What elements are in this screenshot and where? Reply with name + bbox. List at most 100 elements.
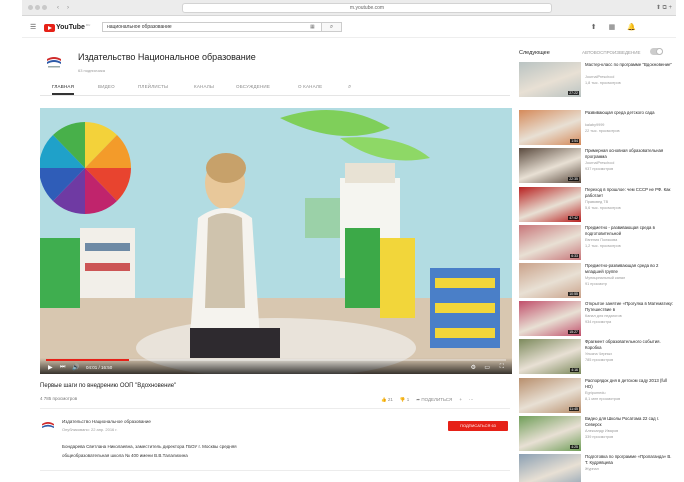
related-video-title[interactable]: Фрагмент образовательного события. Короб… xyxy=(585,339,675,351)
view-count: 4 785 просмотров xyxy=(40,396,78,401)
header-action-icons[interactable]: ⬆▦🔔 xyxy=(591,23,648,31)
related-video-item[interactable]: 27:22 Мастер-класс по программе "Вдохнове… xyxy=(519,62,677,102)
add-icon[interactable]: + xyxy=(459,397,462,403)
settings-icon[interactable]: ⚙ xyxy=(471,364,476,371)
window-controls[interactable] xyxy=(28,5,50,11)
tab-discussion[interactable]: ОБСУЖДЕНИЕ xyxy=(236,84,270,89)
related-video-channel[interactable]: Евгения Полякова xyxy=(585,238,677,243)
related-video-channel[interactable]: Александр Иваров xyxy=(585,429,677,434)
dislike-button[interactable]: 👎 1 xyxy=(400,397,409,403)
related-video-channel[interactable]: Журнал xyxy=(585,467,677,472)
related-video-channel[interactable]: Правовед ТВ xyxy=(585,200,677,205)
related-video-views: 91 просмотр xyxy=(585,282,607,286)
youtube-logo[interactable]: YouTube RU xyxy=(44,23,90,32)
related-video-item[interactable]: 4:25 Видео для Школы Росатома 22 сад г. С… xyxy=(519,415,677,456)
theater-icon[interactable]: ▭ xyxy=(484,364,490,371)
next-icon[interactable]: ⏭ xyxy=(60,364,65,371)
related-video-title[interactable]: Предметно - развивающая среда в подготов… xyxy=(585,225,675,237)
play-logo-icon xyxy=(44,23,55,32)
related-video-item[interactable]: Подготовка по программе «Пропаганда» В. … xyxy=(519,454,677,482)
tab-channels[interactable]: КАНАЛЫ xyxy=(194,84,214,89)
related-video-title[interactable]: Подготовка по программе «Пропаганда» В. … xyxy=(585,454,675,466)
tab-playlists[interactable]: ПЛЕЙЛИСТЫ xyxy=(138,84,168,89)
progress-fill xyxy=(46,359,129,361)
play-icon[interactable]: ▶ xyxy=(48,364,53,371)
related-video-channel[interactable]: JournalPreschool xyxy=(585,161,677,166)
related-video-item[interactable]: 22:35 Примерная основная образовательная … xyxy=(519,148,677,188)
video-thumbnail[interactable]: 1:54 xyxy=(519,110,581,146)
tab-about[interactable]: О КАНАЛЕ xyxy=(298,84,322,89)
fullscreen-icon[interactable]: ⛶ xyxy=(500,364,504,371)
back-icon[interactable]: ‹ xyxy=(54,4,62,12)
video-thumbnail[interactable]: 10:55 xyxy=(519,263,581,298)
related-video-item[interactable]: 6:33 Предметно - развивающая среда в подг… xyxy=(519,224,677,265)
related-video-title[interactable]: Примерная основная образовательная прогр… xyxy=(585,148,675,160)
related-video-item[interactable]: 11:45 Распорядок дня в детском саду 2013 … xyxy=(519,377,677,418)
related-video-item[interactable]: 10:55 Предметно-развивающая среда во 2 мл… xyxy=(519,263,677,303)
video-thumbnail[interactable]: 15:27 xyxy=(519,301,581,337)
video-thumbnail[interactable]: 27:22 xyxy=(519,62,581,97)
video-duration: 22:35 xyxy=(568,177,579,182)
related-video-title[interactable]: Переход в прошлое: чем СССР не РФ. Как р… xyxy=(585,187,675,199)
video-actions: 👍 21 👎 1 ➦ ПОДЕЛИТЬСЯ + ⋯ xyxy=(381,397,473,403)
more-icon[interactable]: ⋯ xyxy=(469,397,474,403)
channel-tabs: ГЛАВНАЯ ВИДЕО ПЛЕЙЛИСТЫ КАНАЛЫ ОБСУЖДЕНИ… xyxy=(40,82,510,96)
video-thumbnail[interactable]: 4:16 xyxy=(519,339,581,375)
address-bar[interactable]: m.youtube.com xyxy=(182,3,552,13)
related-video-channel[interactable]: Egripumedu xyxy=(585,391,677,396)
channel-search-icon[interactable]: ⌕ xyxy=(348,84,352,91)
divider xyxy=(40,470,510,471)
search-button[interactable]: ⌕ xyxy=(322,22,342,32)
related-video-views: 22 тыс. просмотров xyxy=(585,129,620,134)
progress-bar[interactable] xyxy=(46,359,506,361)
video-player[interactable]: ▶ ⏭ 🔊 04:01 / 16:50 ⚙ ▭ ⛶ xyxy=(40,108,512,374)
channel-avatar[interactable] xyxy=(44,52,64,72)
related-video-title[interactable]: Распорядок дня в детском саду 2013 (full… xyxy=(585,378,675,390)
related-video-views: 1,8 тыс. просмотров xyxy=(585,81,621,85)
autoplay-toggle[interactable] xyxy=(650,48,663,55)
video-thumbnail[interactable]: 11:45 xyxy=(519,377,581,413)
related-video-title[interactable]: Видео для Школы Росатома 22 сад г. Север… xyxy=(585,416,675,428)
volume-icon[interactable]: 🔊 xyxy=(72,364,79,371)
video-thumbnail[interactable]: 4:25 xyxy=(519,415,581,451)
tab-home[interactable]: ГЛАВНАЯ xyxy=(52,84,75,95)
video-duration: 4:25 xyxy=(570,444,579,449)
menu-icon[interactable]: ☰ xyxy=(30,23,36,31)
related-video-title[interactable]: Мастер-класс по программе "Вдохновение" xyxy=(585,62,675,68)
like-button[interactable]: 👍 21 xyxy=(381,397,393,403)
tab-videos[interactable]: ВИДЕО xyxy=(98,84,115,89)
video-thumbnail[interactable]: 47:42 xyxy=(519,186,581,222)
related-video-channel[interactable]: Канал для педагогов xyxy=(585,314,677,319)
share-button[interactable]: ➦ ПОДЕЛИТЬСЯ xyxy=(416,397,452,403)
related-video-channel[interactable]: JournalPreschool xyxy=(585,75,677,80)
related-video-item[interactable]: 47:42 Переход в прошлое: чем СССР не РФ. … xyxy=(519,186,677,227)
owner-avatar[interactable] xyxy=(40,418,56,434)
related-video-channel[interactable]: Ульяна Черных xyxy=(585,352,677,357)
keyboard-icon[interactable]: ▦ xyxy=(310,24,315,30)
related-video-views: 5,6 тыс. просмотров xyxy=(585,205,621,210)
youtube-header: ☰ YouTube RU национальное образование ▦ … xyxy=(22,16,676,38)
related-video-item[interactable]: 1:54 Развивающая среда детского сада kalab… xyxy=(519,110,677,150)
player-controls: ▶ ⏭ 🔊 04:01 / 16:50 ⚙ ▭ ⛶ xyxy=(40,358,512,374)
related-video-views: 937 просмотров xyxy=(585,167,614,172)
related-video-views: 1,2 тыс. просмотров xyxy=(585,243,621,248)
dislike-count: 1 xyxy=(406,397,410,402)
subscribe-button[interactable]: ПОДПИСАТЬСЯ 63 xyxy=(448,421,508,431)
related-video-channel[interactable]: Муниципальный канал xyxy=(585,276,677,281)
related-video-title[interactable]: Развивающая среда детского сада xyxy=(585,110,675,116)
description-line: общеобразовательная школа № 400 имени В.… xyxy=(62,453,188,458)
channel-title[interactable]: Издательство Национальное образование xyxy=(78,52,256,62)
video-thumbnail[interactable]: 6:33 xyxy=(519,224,581,260)
related-video-title[interactable]: Открытое занятие «Прогулка в Математику:… xyxy=(585,301,675,313)
video-title: Первые шаги по внедрению ООП "Вдохновени… xyxy=(40,383,177,389)
related-video-item[interactable]: 15:27 Открытое занятие «Прогулка в Матема… xyxy=(519,301,677,341)
video-thumbnail[interactable] xyxy=(519,454,581,482)
owner-name[interactable]: Издательство Национальное образование xyxy=(62,419,151,424)
video-thumbnail[interactable]: 22:35 xyxy=(519,148,581,184)
related-video-title[interactable]: Предметно-развивающая среда во 2 младшей… xyxy=(585,263,675,275)
search-input[interactable]: национальное образование xyxy=(102,22,322,32)
browser-menu-icons[interactable]: ⬆ ⧉ + xyxy=(656,4,672,12)
related-video-item[interactable]: 4:16 Фрагмент образовательного события. К… xyxy=(519,339,677,379)
related-video-channel[interactable]: kalaby9999 xyxy=(585,123,677,128)
forward-icon[interactable]: › xyxy=(64,4,72,12)
